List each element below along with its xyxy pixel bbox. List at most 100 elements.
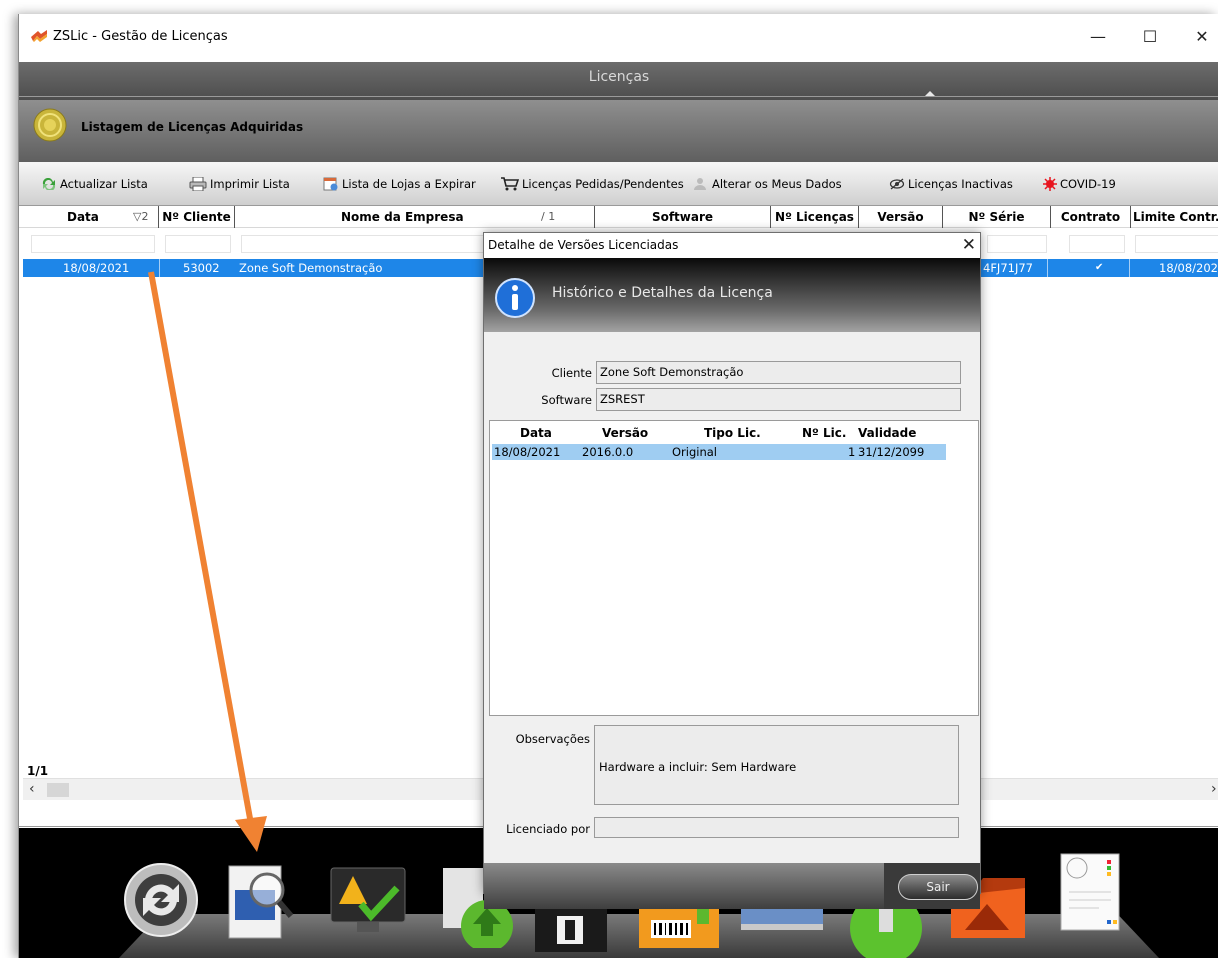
section-title: Listagem de Licenças Adquiridas <box>81 120 304 134</box>
covid-button[interactable]: COVID-19 <box>1043 177 1116 191</box>
tab-licencas[interactable]: Licenças <box>589 69 649 85</box>
save-icon[interactable] <box>535 908 607 952</box>
column-header-empresa[interactable]: Nome da Empresa / 1 <box>235 206 595 228</box>
obs-text: Hardware a incluir: Sem Hardware <box>599 760 797 774</box>
versions-header-versao[interactable]: Versão <box>602 426 648 440</box>
refresh-list-button[interactable]: Actualizar Lista <box>41 177 148 191</box>
versions-header-validade[interactable]: Validade <box>858 426 916 440</box>
licenciado-label: Licenciado por <box>506 822 590 836</box>
versions-header-tipo[interactable]: Tipo Lic. <box>704 426 761 440</box>
version-cell-nlic: 1 <box>848 445 856 459</box>
hidden-eye-icon <box>889 178 905 190</box>
column-header-contrato[interactable]: Contrato <box>1051 206 1131 228</box>
version-cell-validade: 31/12/2099 <box>858 445 925 459</box>
column-header-limite[interactable]: Limite Contr. <box>1131 206 1218 228</box>
scroll-left-icon[interactable]: ‹ <box>29 781 35 797</box>
maximize-button[interactable]: ☐ <box>1127 22 1173 52</box>
versions-table: Data Versão Tipo Lic. Nº Lic. Validade 1… <box>489 420 979 716</box>
close-button[interactable]: ✕ <box>1179 22 1218 52</box>
cell-limite: 18/08/2021 <box>1159 261 1218 275</box>
cliente-field: Zone Soft Demonstração <box>596 361 961 384</box>
versions-header-data[interactable]: Data <box>520 426 552 440</box>
dialog-banner: Histórico e Detalhes da Licença <box>484 258 980 332</box>
refresh-icon[interactable] <box>123 862 199 938</box>
contract-check-icon: ✔ <box>1095 262 1104 273</box>
expiring-stores-button[interactable]: Lista de Lojas a Expirar <box>323 177 476 191</box>
version-cell-tipo: Original <box>672 445 718 459</box>
info-icon <box>495 278 535 318</box>
window-title: ZSLic - Gestão de Licenças <box>53 29 228 44</box>
title-bar: ZSLic - Gestão de Licenças — ☐ ✕ <box>19 14 1218 62</box>
column-header-data-label: Data <box>67 210 99 224</box>
section-header: Listagem de Licenças Adquiridas <box>19 100 1218 162</box>
grid-header: Data ▽2 Nº Cliente Nome da Empresa / 1 S… <box>19 206 1218 228</box>
license-seal-icon <box>33 108 67 142</box>
shopping-cart-icon <box>501 177 519 191</box>
change-my-data-label: Alterar os Meus Dados <box>712 177 842 191</box>
column-header-licencas[interactable]: Nº Licenças <box>771 206 859 228</box>
inactive-licenses-button[interactable]: Licenças Inactivas <box>889 177 1013 191</box>
inactive-licenses-label: Licenças Inactivas <box>908 177 1013 191</box>
tab-divider <box>19 96 1218 97</box>
versions-table-row[interactable]: 18/08/2021 2016.0.0 Original 1 31/12/209… <box>492 444 946 460</box>
filter-cliente-input[interactable] <box>165 235 231 253</box>
dialog-title-bar: Detalhe de Versões Licenciadas ✕ <box>484 233 980 258</box>
computer-icon[interactable] <box>741 908 823 938</box>
dialog-title: Detalhe de Versões Licenciadas <box>488 238 679 252</box>
refresh-list-label: Actualizar Lista <box>60 177 148 191</box>
filter-data-input[interactable] <box>31 235 155 253</box>
print-list-button[interactable]: Imprimir Lista <box>189 177 290 191</box>
version-cell-versao: 2016.0.0 <box>582 445 634 459</box>
dialog-footer-panel <box>484 863 884 909</box>
toolbar: Actualizar Lista Imprimir Lista Lista de… <box>19 162 1218 206</box>
pending-licenses-button[interactable]: Licenças Pedidas/Pendentes <box>501 177 684 191</box>
pending-licenses-label: Licenças Pedidas/Pendentes <box>522 177 684 191</box>
software-label: Software <box>541 393 592 407</box>
filter-limite-input[interactable] <box>1135 235 1218 253</box>
column-header-serie[interactable]: Nº Série <box>943 206 1051 228</box>
search-document-icon[interactable] <box>225 862 295 942</box>
cell-data: 18/08/2021 <box>63 261 130 275</box>
certificate-icon[interactable] <box>1059 852 1123 932</box>
refresh-arrows-icon <box>42 178 56 190</box>
expiring-stores-label: Lista de Lojas a Expirar <box>342 177 476 191</box>
dialog-footer: Sair <box>484 863 980 909</box>
calendar-clock-icon <box>323 177 338 191</box>
column-header-cliente[interactable]: Nº Cliente <box>159 206 235 228</box>
sair-button[interactable]: Sair <box>898 874 978 900</box>
filter-contrato-input[interactable] <box>1069 235 1125 253</box>
virus-icon <box>1043 177 1057 191</box>
annotation-arrow <box>148 271 267 852</box>
change-my-data-button[interactable]: Alterar os Meus Dados <box>693 177 842 191</box>
dialog-close-button[interactable]: ✕ <box>962 235 976 255</box>
licenciado-field <box>594 817 959 838</box>
scroll-thumb[interactable] <box>47 783 69 797</box>
cliente-label: Cliente <box>551 366 592 380</box>
monitor-warning-icon[interactable] <box>327 864 411 940</box>
filter-serie-input[interactable] <box>987 235 1047 253</box>
minimize-button[interactable]: — <box>1075 22 1121 52</box>
page-indicator: 1/1 <box>27 764 49 778</box>
license-detail-dialog: Detalhe de Versões Licenciadas ✕ Históri… <box>483 232 981 909</box>
column-header-versao[interactable]: Versão <box>859 206 943 228</box>
dialog-banner-title: Histórico e Detalhes da Licença <box>552 285 773 301</box>
software-field: ZSREST <box>596 388 961 411</box>
obs-label: Observações <box>515 732 590 746</box>
version-cell-data: 18/08/2021 <box>494 445 561 459</box>
user-icon <box>694 178 706 190</box>
tab-bar: Licenças <box>19 62 1218 100</box>
app-logo-icon <box>31 30 47 42</box>
column-header-empresa-label: Nome da Empresa <box>341 210 464 224</box>
obs-field: Hardware a incluir: Sem Hardware <box>594 725 959 805</box>
sort-indicator-empresa: / 1 <box>541 210 556 223</box>
column-header-data[interactable]: Data ▽2 <box>23 206 159 228</box>
app-window: ZSLic - Gestão de Licenças — ☐ ✕ Licença… <box>18 14 1218 958</box>
print-list-label: Imprimir Lista <box>210 177 290 191</box>
scroll-right-icon[interactable]: › <box>1211 781 1217 797</box>
printer-icon <box>189 177 207 191</box>
cell-serie: 4FJ71J77 <box>983 261 1033 275</box>
sort-indicator-data: ▽2 <box>133 210 149 223</box>
covid-label: COVID-19 <box>1060 177 1116 191</box>
versions-header-nlic[interactable]: Nº Lic. <box>802 426 846 440</box>
column-header-software[interactable]: Software <box>595 206 771 228</box>
